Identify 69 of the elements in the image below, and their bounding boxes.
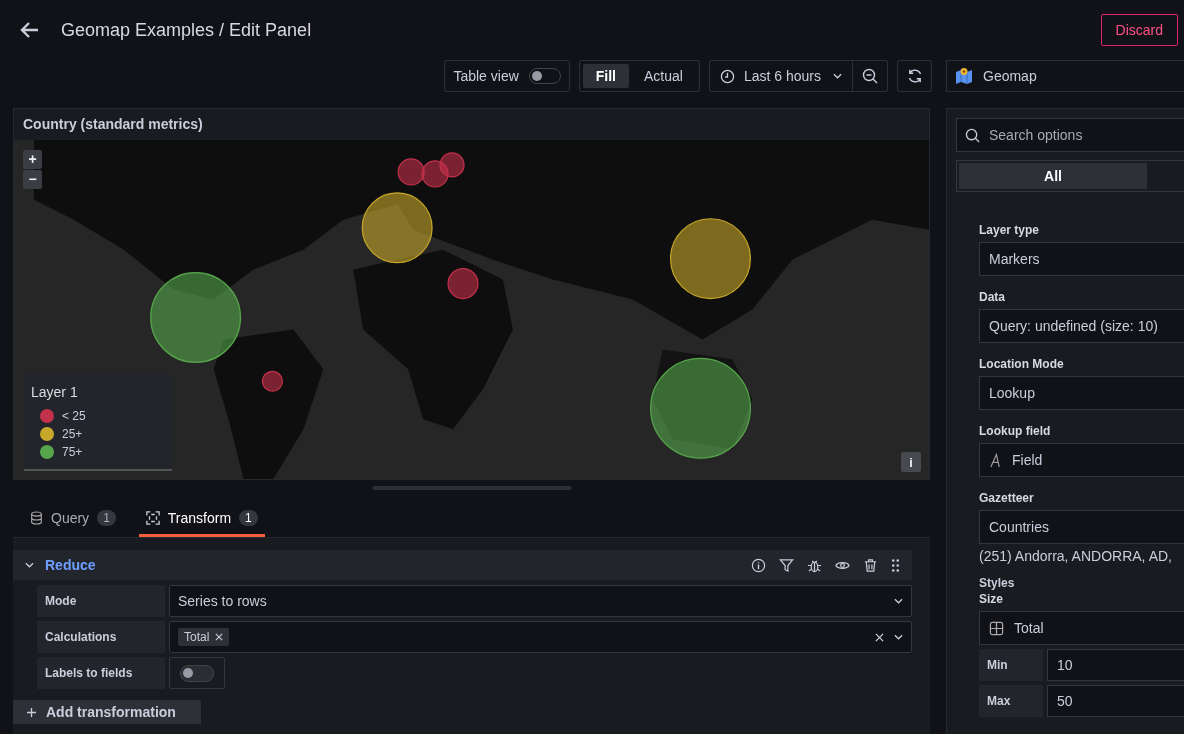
- option-select[interactable]: Lookup: [979, 376, 1184, 410]
- option-select[interactable]: Markers: [979, 242, 1184, 276]
- legend-title: Layer 1: [31, 384, 79, 400]
- number-input[interactable]: 10: [1047, 649, 1184, 681]
- option-label: Location Mode: [979, 357, 1065, 371]
- option-label: Data: [979, 290, 1006, 304]
- option-label: Layer type: [979, 223, 1041, 237]
- calculation-tag[interactable]: Total: [178, 628, 230, 646]
- page-title: Geomap Examples / Edit Panel: [61, 19, 312, 41]
- legend-label: 25+: [62, 427, 83, 441]
- option-select[interactable]: Query: undefined (size: 10): [979, 309, 1184, 343]
- gazetteer-summary: (251) Andorra, ANDORRA, AD,: [979, 548, 1173, 564]
- transform-icon: [145, 510, 160, 525]
- remove-icon[interactable]: [215, 633, 224, 641]
- zoom-in-button[interactable]: +: [23, 150, 42, 169]
- option-label: Lookup field: [979, 424, 1052, 438]
- drag-handle-icon[interactable]: [891, 557, 900, 573]
- info-button[interactable]: i: [901, 452, 921, 472]
- panel-title: Country (standard metrics): [22, 115, 204, 134]
- bug-icon[interactable]: [807, 557, 822, 573]
- back-icon[interactable]: [20, 20, 40, 40]
- database-icon: [30, 510, 43, 525]
- transformation-name: Reduce: [45, 557, 96, 573]
- mode-select[interactable]: Series to rows: [169, 585, 912, 617]
- plus-icon: [27, 707, 36, 717]
- trash-icon[interactable]: [863, 557, 878, 573]
- number-input[interactable]: 50: [1047, 685, 1184, 717]
- field-label: Calculations: [37, 621, 165, 653]
- search-field[interactable]: Search options: [956, 118, 1184, 152]
- option-select[interactable]: Field: [979, 443, 1184, 477]
- size-mode-button[interactable]: Fill: [582, 64, 629, 88]
- table-view-toggle[interactable]: Table view: [444, 60, 570, 92]
- option-select[interactable]: Countries: [979, 510, 1184, 544]
- field-label: Mode: [37, 585, 165, 617]
- string-type-icon: [989, 452, 1002, 468]
- legend-label: 75+: [62, 445, 83, 459]
- filter-tab[interactable]: All: [959, 163, 1147, 189]
- chevron-down-icon: [833, 73, 842, 79]
- calculator-icon: [989, 620, 1004, 636]
- refresh-icon: [906, 68, 923, 84]
- editor-tab[interactable]: Query 1: [23, 501, 123, 537]
- option-label: Max: [979, 685, 1043, 717]
- discard-button[interactable]: Discard: [1100, 14, 1178, 46]
- chevron-down-icon: [894, 598, 903, 604]
- map-pin-icon: [955, 67, 973, 85]
- chevron-icon[interactable]: [25, 562, 34, 568]
- option-select[interactable]: Total: [979, 611, 1184, 645]
- search-icon: [965, 127, 980, 143]
- zoom-out-icon: [862, 68, 878, 84]
- add-transformation-button[interactable]: Add transformation: [13, 700, 201, 724]
- section-heading: Styles: [979, 576, 1016, 590]
- option-label: Gazetteer: [979, 491, 1035, 505]
- search-input[interactable]: Search options: [987, 126, 1184, 144]
- info-icon[interactable]: [751, 557, 766, 573]
- visualization-picker[interactable]: Geomap: [946, 60, 1184, 92]
- filter-icon[interactable]: [779, 557, 794, 573]
- calculations-select[interactable]: Total: [169, 621, 912, 653]
- option-label: Min: [979, 649, 1043, 681]
- option-label: Size: [979, 592, 1004, 606]
- size-mode-button[interactable]: Actual: [631, 64, 696, 88]
- zoom-out-button[interactable]: −: [23, 170, 42, 189]
- field-label: Labels to fields: [37, 657, 165, 689]
- chevron-down-icon[interactable]: [894, 634, 903, 640]
- clear-icon[interactable]: [875, 632, 884, 642]
- transformation-header[interactable]: Reduce: [13, 550, 912, 580]
- refresh-button[interactable]: [897, 60, 932, 92]
- clock-icon: [719, 68, 735, 84]
- legend-label: < 25: [62, 409, 86, 423]
- labels-to-fields-switch[interactable]: [169, 657, 225, 689]
